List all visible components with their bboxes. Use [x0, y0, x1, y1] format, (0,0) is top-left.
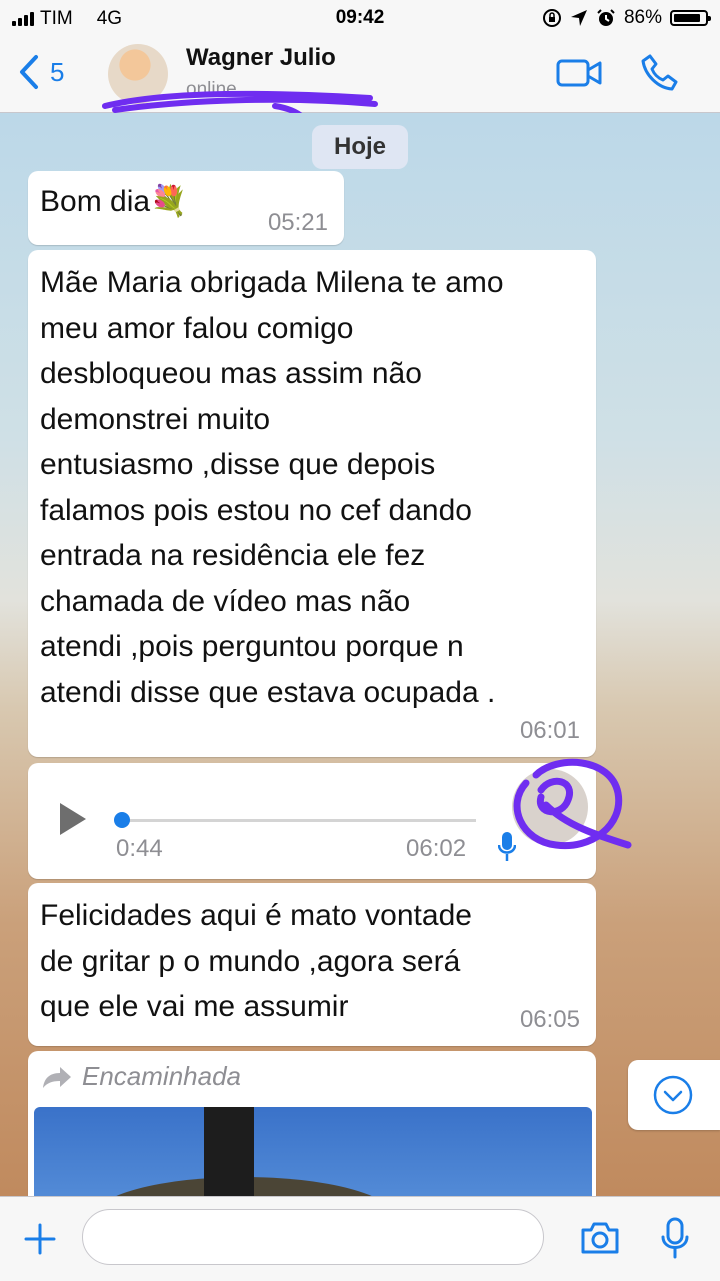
scroll-down-button[interactable]	[628, 1060, 720, 1130]
message-text: Felicidades aqui é mato vontade de grita…	[40, 899, 472, 1023]
scribble-annotation	[513, 758, 632, 850]
lock-rotation-icon	[542, 9, 561, 27]
alarm-icon	[597, 9, 615, 26]
message-bubble[interactable]: Bom dia💐 05:21	[28, 171, 344, 245]
date-separator: Hoje	[312, 125, 408, 169]
message-text: Mãe Maria obrigada Milena te amo meu amo…	[40, 266, 504, 709]
contact-avatar[interactable]	[108, 44, 168, 104]
status-bar: TIM 4G 09:42 86%	[0, 0, 720, 36]
message-time: 06:02	[406, 835, 467, 862]
chat-area[interactable]: Hoje Bom dia💐 05:21 Mãe Maria obrigada M…	[0, 113, 720, 1196]
forwarded-photo[interactable]	[34, 1107, 592, 1196]
message-time: 05:21	[267, 209, 328, 236]
contact-name[interactable]: Wagner Julio	[186, 44, 336, 72]
play-icon[interactable]	[60, 803, 86, 835]
message-bubble[interactable]: Felicidades aqui é mato vontade de grita…	[28, 883, 596, 1046]
back-button[interactable]: 5	[18, 54, 64, 90]
camera-icon[interactable]	[580, 1221, 620, 1255]
message-bubble[interactable]: Mãe Maria obrigada Milena te amo meu amo…	[28, 250, 596, 757]
video-call-icon[interactable]	[556, 58, 602, 88]
plus-icon[interactable]	[24, 1223, 56, 1255]
message-time: 06:05	[519, 1006, 580, 1033]
chevron-down-icon	[653, 1075, 693, 1115]
location-icon	[570, 10, 587, 26]
message-input[interactable]	[82, 1209, 544, 1265]
forwarded-label: Encaminhada	[82, 1061, 241, 1091]
forward-icon	[43, 1066, 71, 1088]
phone-call-icon[interactable]	[640, 52, 680, 92]
microphone-icon[interactable]	[660, 1217, 690, 1259]
audio-track[interactable]	[116, 819, 476, 822]
chevron-left-icon	[20, 55, 38, 89]
audio-scrubber[interactable]	[114, 812, 130, 828]
unread-count: 5	[50, 56, 65, 87]
forwarded-message[interactable]: Encaminhada	[28, 1051, 596, 1196]
audio-duration: 0:44	[116, 835, 163, 862]
message-time: 06:01	[519, 717, 580, 744]
chat-header: 5 Wagner Julio online	[0, 36, 720, 167]
battery-percent: 86%	[623, 7, 662, 28]
input-bar	[0, 1196, 720, 1281]
contact-status: online	[186, 79, 237, 100]
battery-icon	[670, 10, 711, 26]
